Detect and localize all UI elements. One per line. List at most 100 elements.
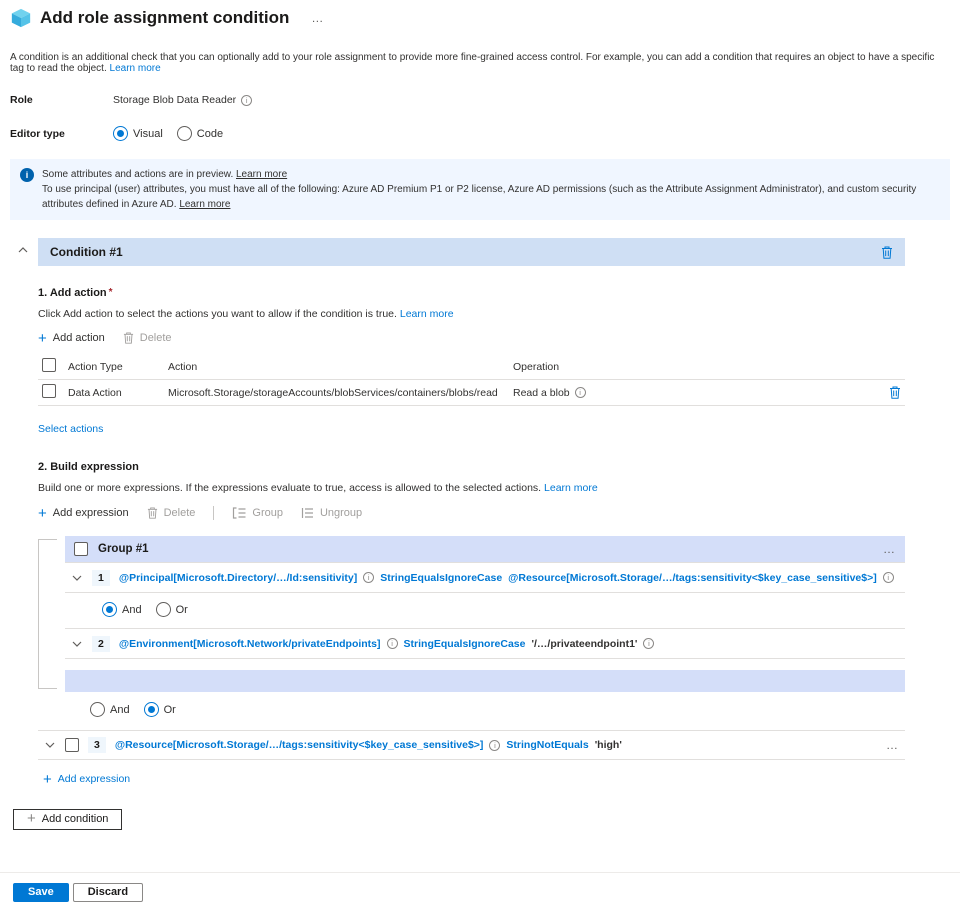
outer-or-radio[interactable]: Or bbox=[144, 702, 176, 717]
radio-unselected-icon bbox=[90, 702, 105, 717]
description-learn-more-link[interactable]: Learn more bbox=[110, 63, 161, 74]
plus-icon: + bbox=[38, 333, 47, 344]
chevron-down-icon[interactable] bbox=[71, 640, 83, 648]
group-or-radio[interactable]: Or bbox=[156, 602, 188, 617]
column-operation: Operation bbox=[509, 354, 869, 380]
group-button[interactable]: Group bbox=[232, 507, 283, 519]
page-description: A condition is an additional check that … bbox=[10, 52, 950, 74]
expression-more-options-icon[interactable]: … bbox=[886, 738, 899, 752]
add-action-description: Click Add action to select the actions y… bbox=[38, 308, 905, 320]
expression-row-3: 3 @Resource[Microsoft.Storage/…/tags:sen… bbox=[38, 730, 905, 760]
add-role-assignment-condition-page: Add role assignment condition … A condit… bbox=[0, 0, 960, 872]
plus-icon: + bbox=[27, 813, 36, 824]
editor-visual-radio[interactable]: Visual bbox=[113, 126, 163, 141]
delete-action-button[interactable]: Delete bbox=[123, 332, 172, 344]
actions-table-header-row: Action Type Action Operation bbox=[38, 354, 905, 380]
group-bracket bbox=[38, 539, 57, 689]
outer-and-radio[interactable]: And bbox=[90, 702, 130, 717]
info-icon bbox=[20, 168, 34, 182]
expression-number: 3 bbox=[88, 737, 106, 753]
info-icon bbox=[489, 740, 500, 751]
expression-group: Group #1 … 1 @Principal[Microsoft.Direct… bbox=[65, 536, 905, 692]
delete-expression-button[interactable]: Delete bbox=[147, 507, 196, 519]
build-expression-learn-more-link[interactable]: Learn more bbox=[544, 482, 598, 494]
group-connector-row: And Or bbox=[65, 593, 905, 629]
action-type-cell: Data Action bbox=[64, 380, 164, 406]
banner-line2: To use principal (user) attributes, you … bbox=[42, 184, 916, 210]
group-header: Group #1 … bbox=[65, 536, 905, 562]
condition-section: Condition #1 1. Add action* Click Add ac… bbox=[0, 238, 960, 787]
expression-operator-link[interactable]: StringNotEquals bbox=[506, 739, 588, 751]
build-expression-heading: 2. Build expression bbox=[38, 461, 905, 473]
editor-code-radio[interactable]: Code bbox=[177, 126, 223, 141]
footer-buttons: Save Discard bbox=[13, 883, 960, 902]
info-icon bbox=[241, 95, 252, 106]
action-toolbar: + Add action Delete bbox=[38, 332, 905, 344]
expression-checkbox[interactable] bbox=[65, 738, 79, 752]
required-marker: * bbox=[109, 287, 113, 298]
expression-number: 1 bbox=[92, 570, 110, 586]
radio-selected-icon bbox=[113, 126, 128, 141]
expression-operator-link[interactable]: StringEqualsIgnoreCase bbox=[380, 572, 502, 584]
operation-cell: Read a blob bbox=[513, 387, 570, 399]
condition-title: Condition #1 bbox=[50, 245, 123, 259]
banner-learn-more-link-2[interactable]: Learn more bbox=[179, 199, 230, 210]
editor-code-label: Code bbox=[197, 128, 223, 140]
column-action-type: Action Type bbox=[64, 354, 164, 380]
expression-attribute-link[interactable]: @Principal[Microsoft.Directory/…/Id:sens… bbox=[119, 572, 357, 584]
group-icon bbox=[232, 507, 246, 519]
radio-selected-icon bbox=[144, 702, 159, 717]
add-action-learn-more-link[interactable]: Learn more bbox=[400, 308, 454, 320]
condition-header: Condition #1 bbox=[38, 238, 905, 266]
group-checkbox[interactable] bbox=[74, 542, 88, 556]
collapse-condition-chevron-icon[interactable] bbox=[17, 246, 29, 254]
expression-operator-link[interactable]: StringEqualsIgnoreCase bbox=[404, 638, 526, 650]
save-button[interactable]: Save bbox=[13, 883, 69, 902]
cube-icon bbox=[10, 7, 32, 29]
group-more-options-icon[interactable]: … bbox=[883, 542, 896, 556]
trash-icon bbox=[147, 507, 158, 519]
discard-button[interactable]: Discard bbox=[73, 883, 143, 902]
group-title: Group #1 bbox=[98, 543, 148, 555]
add-expression-bottom-link[interactable]: + Add expression bbox=[43, 773, 130, 785]
radio-unselected-icon bbox=[177, 126, 192, 141]
chevron-down-icon[interactable] bbox=[44, 741, 56, 749]
expression-toolbar: + Add expression Delete bbox=[38, 506, 905, 520]
group-footer-bar bbox=[65, 670, 905, 692]
banner-line1: Some attributes and actions are in previ… bbox=[42, 169, 233, 180]
radio-selected-icon bbox=[102, 602, 117, 617]
toolbar-separator bbox=[213, 506, 214, 520]
ungroup-button[interactable]: Ungroup bbox=[301, 507, 362, 519]
expression-attribute-link[interactable]: @Environment[Microsoft.Network/privateEn… bbox=[119, 638, 381, 650]
delete-action-row-icon[interactable] bbox=[889, 386, 901, 399]
column-action: Action bbox=[164, 354, 509, 380]
actions-table: Action Type Action Operation Data Action… bbox=[38, 354, 905, 406]
info-icon bbox=[883, 572, 894, 583]
add-condition-button[interactable]: + Add condition bbox=[13, 809, 122, 830]
banner-learn-more-link-1[interactable]: Learn more bbox=[236, 169, 287, 180]
expression-row-1: 1 @Principal[Microsoft.Directory/…/Id:se… bbox=[65, 563, 905, 593]
select-all-checkbox[interactable] bbox=[42, 358, 56, 372]
action-table-row: Data Action Microsoft.Storage/storageAcc… bbox=[38, 380, 905, 406]
page-header: Add role assignment condition … bbox=[0, 0, 960, 29]
expression-attribute-link[interactable]: @Resource[Microsoft.Storage/…/tags:sensi… bbox=[115, 739, 484, 751]
expression-value-link[interactable]: @Resource[Microsoft.Storage/…/tags:sensi… bbox=[508, 572, 877, 584]
group-and-radio[interactable]: And bbox=[102, 602, 142, 617]
delete-condition-icon[interactable] bbox=[881, 246, 893, 259]
expression-row-2: 2 @Environment[Microsoft.Network/private… bbox=[65, 629, 905, 659]
editor-type-radio-group: Visual Code bbox=[113, 126, 223, 141]
action-cell: Microsoft.Storage/storageAccounts/blobSe… bbox=[164, 380, 509, 406]
row-checkbox[interactable] bbox=[42, 384, 56, 398]
info-icon bbox=[363, 572, 374, 583]
select-actions-link[interactable]: Select actions bbox=[38, 423, 103, 435]
role-label: Role bbox=[10, 94, 113, 106]
chevron-down-icon[interactable] bbox=[71, 574, 83, 582]
more-options-icon[interactable]: … bbox=[311, 11, 324, 25]
role-row: Role Storage Blob Data Reader bbox=[10, 94, 960, 106]
add-action-button[interactable]: + Add action bbox=[38, 332, 105, 344]
add-action-heading: 1. Add action* bbox=[38, 287, 905, 299]
add-expression-button[interactable]: + Add expression bbox=[38, 507, 129, 519]
preview-info-banner: Some attributes and actions are in previ… bbox=[10, 159, 950, 220]
info-icon bbox=[643, 638, 654, 649]
expression-value-literal: 'high' bbox=[595, 739, 622, 751]
